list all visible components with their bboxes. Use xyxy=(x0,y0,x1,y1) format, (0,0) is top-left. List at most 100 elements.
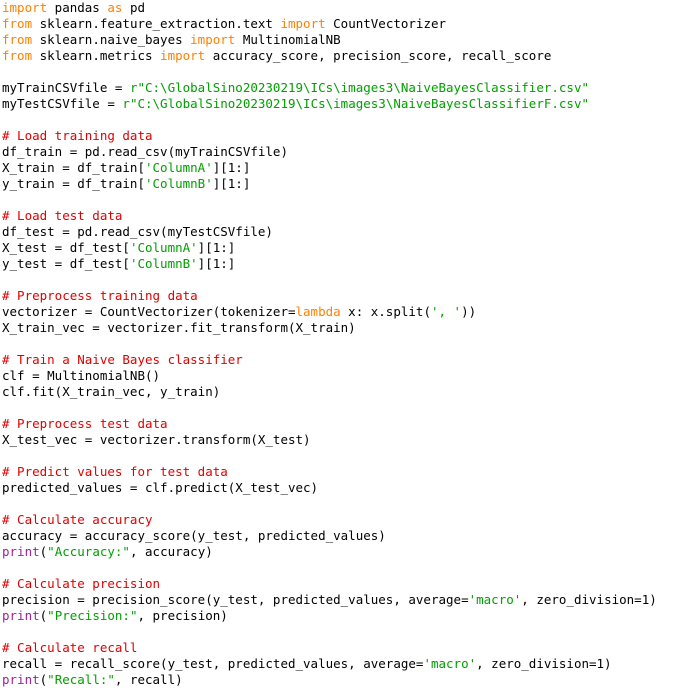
code-token-string: 'ColumnB' xyxy=(145,176,213,191)
code-token-string: r"C:\GlobalSino20230219\ICs\images3\Naiv… xyxy=(122,96,590,111)
python-source-code[interactable]: import pandas as pd from sklearn.feature_… xyxy=(0,0,696,688)
code-token-string: 'ColumnB' xyxy=(129,256,198,271)
code-line: print("Accuracy:", accuracy) xyxy=(0,544,696,560)
code-token-keyword: as xyxy=(107,0,123,15)
code-line: # Calculate recall xyxy=(0,640,696,656)
code-line: from sklearn.naive_bayes import Multinom… xyxy=(0,32,696,48)
code-token-comment: # Calculate recall xyxy=(2,640,138,655)
code-token-plain: sklearn.metrics xyxy=(32,48,161,63)
code-token-comment: # Calculate accuracy xyxy=(2,512,153,527)
code-line: clf = MultinomialNB() xyxy=(0,368,696,384)
code-line: predicted_values = clf.predict(X_test_ve… xyxy=(0,480,696,496)
code-token-plain: ][1:] xyxy=(197,256,236,271)
code-token-plain: sklearn.feature_extraction.text xyxy=(32,16,281,31)
code-token-plain: df_test = pd.read_csv(myTestCSVfile) xyxy=(2,224,273,239)
code-line: print("Recall:", recall) xyxy=(0,672,696,688)
code-token-plain: clf = MultinomialNB() xyxy=(2,368,161,383)
code-token-plain: , accuracy) xyxy=(129,544,213,559)
code-line: # Preprocess training data xyxy=(0,288,696,304)
code-token-builtin: print xyxy=(2,544,40,559)
code-token-keyword: import xyxy=(2,0,48,15)
code-line: # Load training data xyxy=(0,128,696,144)
code-token-plain: , zero_division=1) xyxy=(521,592,657,607)
code-token-comment: # Preprocess training data xyxy=(2,288,198,303)
code-line: # Preprocess test data xyxy=(0,416,696,432)
code-token-comment: # Preprocess test data xyxy=(2,416,168,431)
code-line: X_train = df_train['ColumnA'][1:] xyxy=(0,160,696,176)
code-token-comment: # Train a Naive Bayes classifier xyxy=(2,352,243,367)
code-token-string: "Accuracy:" xyxy=(47,544,130,559)
code-token-keyword: lambda xyxy=(295,304,341,319)
code-token-comment: # Calculate precision xyxy=(2,576,161,591)
code-line: y_test = df_test['ColumnB'][1:] xyxy=(0,256,696,272)
code-token-comment: # Predict values for test data xyxy=(2,464,228,479)
code-line: # Predict values for test data xyxy=(0,464,696,480)
code-line: print("Precision:", precision) xyxy=(0,608,696,624)
code-token-plain: accuracy_score, precision_score, recall_… xyxy=(205,48,552,63)
code-line: df_train = pd.read_csv(myTrainCSVfile) xyxy=(0,144,696,160)
code-token-plain: X_test_vec = vectorizer.transform(X_test… xyxy=(2,432,311,447)
code-token-keyword: from xyxy=(2,16,33,31)
code-line: # Load test data xyxy=(0,208,696,224)
code-token-builtin: print xyxy=(2,672,40,687)
code-token-plain: accuracy = accuracy_score(y_test, predic… xyxy=(2,528,386,543)
code-token-string: r"C:\GlobalSino20230219\ICs\images3\Naiv… xyxy=(129,80,590,95)
code-line: myTestCSVfile = r"C:\GlobalSino20230219\… xyxy=(0,96,696,112)
code-token-keyword: import xyxy=(280,16,326,31)
code-token-plain: myTrainCSVfile = xyxy=(2,80,130,95)
code-line: # Train a Naive Bayes classifier xyxy=(0,352,696,368)
code-token-plain: ][1:] xyxy=(212,176,251,191)
code-line: df_test = pd.read_csv(myTestCSVfile) xyxy=(0,224,696,240)
code-line: y_train = df_train['ColumnB'][1:] xyxy=(0,176,696,192)
code-token-string: 'ColumnA' xyxy=(145,160,213,175)
code-token-builtin: print xyxy=(2,608,40,623)
code-token-string: 'ColumnA' xyxy=(129,240,198,255)
code-token-plain: , zero_division=1) xyxy=(476,656,612,671)
code-line: clf.fit(X_train_vec, y_train) xyxy=(0,384,696,400)
code-line: # Calculate precision xyxy=(0,576,696,592)
code-line: X_test_vec = vectorizer.transform(X_test… xyxy=(0,432,696,448)
code-line: accuracy = accuracy_score(y_test, predic… xyxy=(0,528,696,544)
code-token-plain: ][1:] xyxy=(212,160,251,175)
code-token-plain: x: x.split( xyxy=(340,304,431,319)
code-token-plain: ][1:] xyxy=(197,240,236,255)
code-line: X_train_vec = vectorizer.fit_transform(X… xyxy=(0,320,696,336)
code-token-plain: precision = precision_score(y_test, pred… xyxy=(2,592,469,607)
code-line: # Calculate accuracy xyxy=(0,512,696,528)
code-line: from sklearn.metrics import accuracy_sco… xyxy=(0,48,696,64)
code-editor-pane[interactable]: import pandas as pd from sklearn.feature_… xyxy=(0,0,696,688)
code-token-plain: , precision) xyxy=(137,608,228,623)
code-token-plain: vectorizer = CountVectorizer(tokenizer= xyxy=(2,304,296,319)
code-token-string: 'macro' xyxy=(468,592,522,607)
code-token-comment: # Load test data xyxy=(2,208,123,223)
code-token-plain: )) xyxy=(461,304,477,319)
code-token-keyword: from xyxy=(2,32,33,47)
code-token-string: 'macro' xyxy=(423,656,477,671)
code-line: X_test = df_test['ColumnA'][1:] xyxy=(0,240,696,256)
code-token-plain: predicted_values = clf.predict(X_test_ve… xyxy=(2,480,319,495)
code-line: vectorizer = CountVectorizer(tokenizer=l… xyxy=(0,304,696,320)
code-token-plain: clf.fit(X_train_vec, y_train) xyxy=(2,384,221,399)
code-line: from sklearn.feature_extraction.text imp… xyxy=(0,16,696,32)
code-token-string: "Precision:" xyxy=(47,608,138,623)
code-token-plain: df_train = pd.read_csv(myTrainCSVfile) xyxy=(2,144,288,159)
code-token-plain: sklearn.naive_bayes xyxy=(32,32,191,47)
code-token-comment: # Load training data xyxy=(2,128,153,143)
code-token-plain: , recall) xyxy=(114,672,183,687)
code-token-plain: MultinomialNB xyxy=(235,32,341,47)
code-token-keyword: from xyxy=(2,48,33,63)
code-line: import pandas as pd xyxy=(0,0,696,16)
code-token-keyword: import xyxy=(190,32,236,47)
code-token-keyword: import xyxy=(160,48,206,63)
code-token-plain: X_train = df_train[ xyxy=(2,160,145,175)
code-token-plain: X_test = df_test[ xyxy=(2,240,130,255)
code-line: recall = recall_score(y_test, predicted_… xyxy=(0,656,696,672)
